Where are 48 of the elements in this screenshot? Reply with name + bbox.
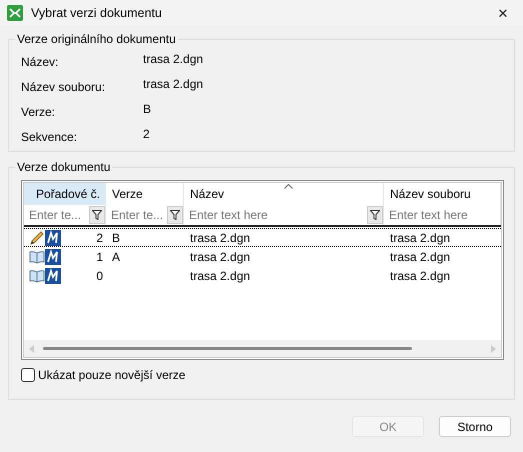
column-header[interactable]: Pořadové č.	[24, 183, 106, 205]
app-logo-icon	[45, 268, 61, 284]
field-value: trasa 2.dgn	[143, 52, 204, 66]
filter-icon	[92, 210, 102, 220]
pencil-icon	[29, 230, 45, 246]
table-cell: trasa 2.dgn	[390, 250, 450, 264]
filter-button[interactable]	[167, 206, 183, 224]
book-icon	[29, 248, 45, 264]
field-label: Sekvence:	[21, 130, 78, 144]
checkbox-label: Ukázat pouze novější verze	[38, 368, 186, 382]
group-legend: Verze dokumentu	[15, 160, 112, 174]
field-value: B	[143, 102, 152, 116]
app-logo-icon	[45, 248, 61, 264]
filter-button[interactable]	[367, 206, 383, 224]
table-cell-text: 0	[96, 268, 104, 282]
table-cell-text: 1	[96, 250, 104, 264]
window-title: Vybrat verzi dokumentu	[31, 6, 162, 20]
close-button[interactable]: ✕	[483, 0, 523, 26]
app-logo-icon	[45, 230, 61, 246]
field-value: 2	[143, 127, 151, 141]
app-icon	[7, 5, 23, 21]
table-cell: trasa 2.dgn	[190, 230, 250, 244]
field-label: Název:	[21, 55, 60, 69]
column-header[interactable]: Název	[184, 183, 384, 205]
table-cell: A	[112, 250, 120, 264]
checkbox[interactable]	[21, 368, 35, 382]
field-label: Verze:	[21, 105, 56, 119]
table-cell: trasa 2.dgn	[190, 268, 250, 282]
filter-icon	[170, 210, 180, 220]
group-legend: Verze originálního dokumentu	[15, 32, 178, 46]
filter-field[interactable]: Enter text here	[384, 206, 500, 224]
field-label: Název souboru:	[21, 80, 106, 94]
table-cell: trasa 2.dgn	[390, 230, 450, 244]
filter-field[interactable]: Enter te...	[24, 206, 89, 224]
field-value: trasa 2.dgn	[143, 77, 204, 91]
table-cell: trasa 2.dgn	[390, 268, 450, 282]
filter-field[interactable]: Enter text here	[184, 206, 367, 224]
column-header[interactable]: Název souboru	[384, 183, 501, 205]
sort-icon	[284, 184, 292, 189]
table-cell: B	[112, 230, 120, 244]
column-header[interactable]: Verze	[106, 183, 184, 205]
dialog-button[interactable]: Storno	[439, 416, 511, 437]
book-icon	[29, 268, 45, 284]
filter-field[interactable]: Enter te...	[106, 206, 167, 224]
filter-icon	[370, 210, 380, 220]
table-cell: trasa 2.dgn	[190, 250, 250, 264]
table-cell-text: 2	[96, 230, 104, 244]
filter-button[interactable]	[89, 206, 105, 224]
